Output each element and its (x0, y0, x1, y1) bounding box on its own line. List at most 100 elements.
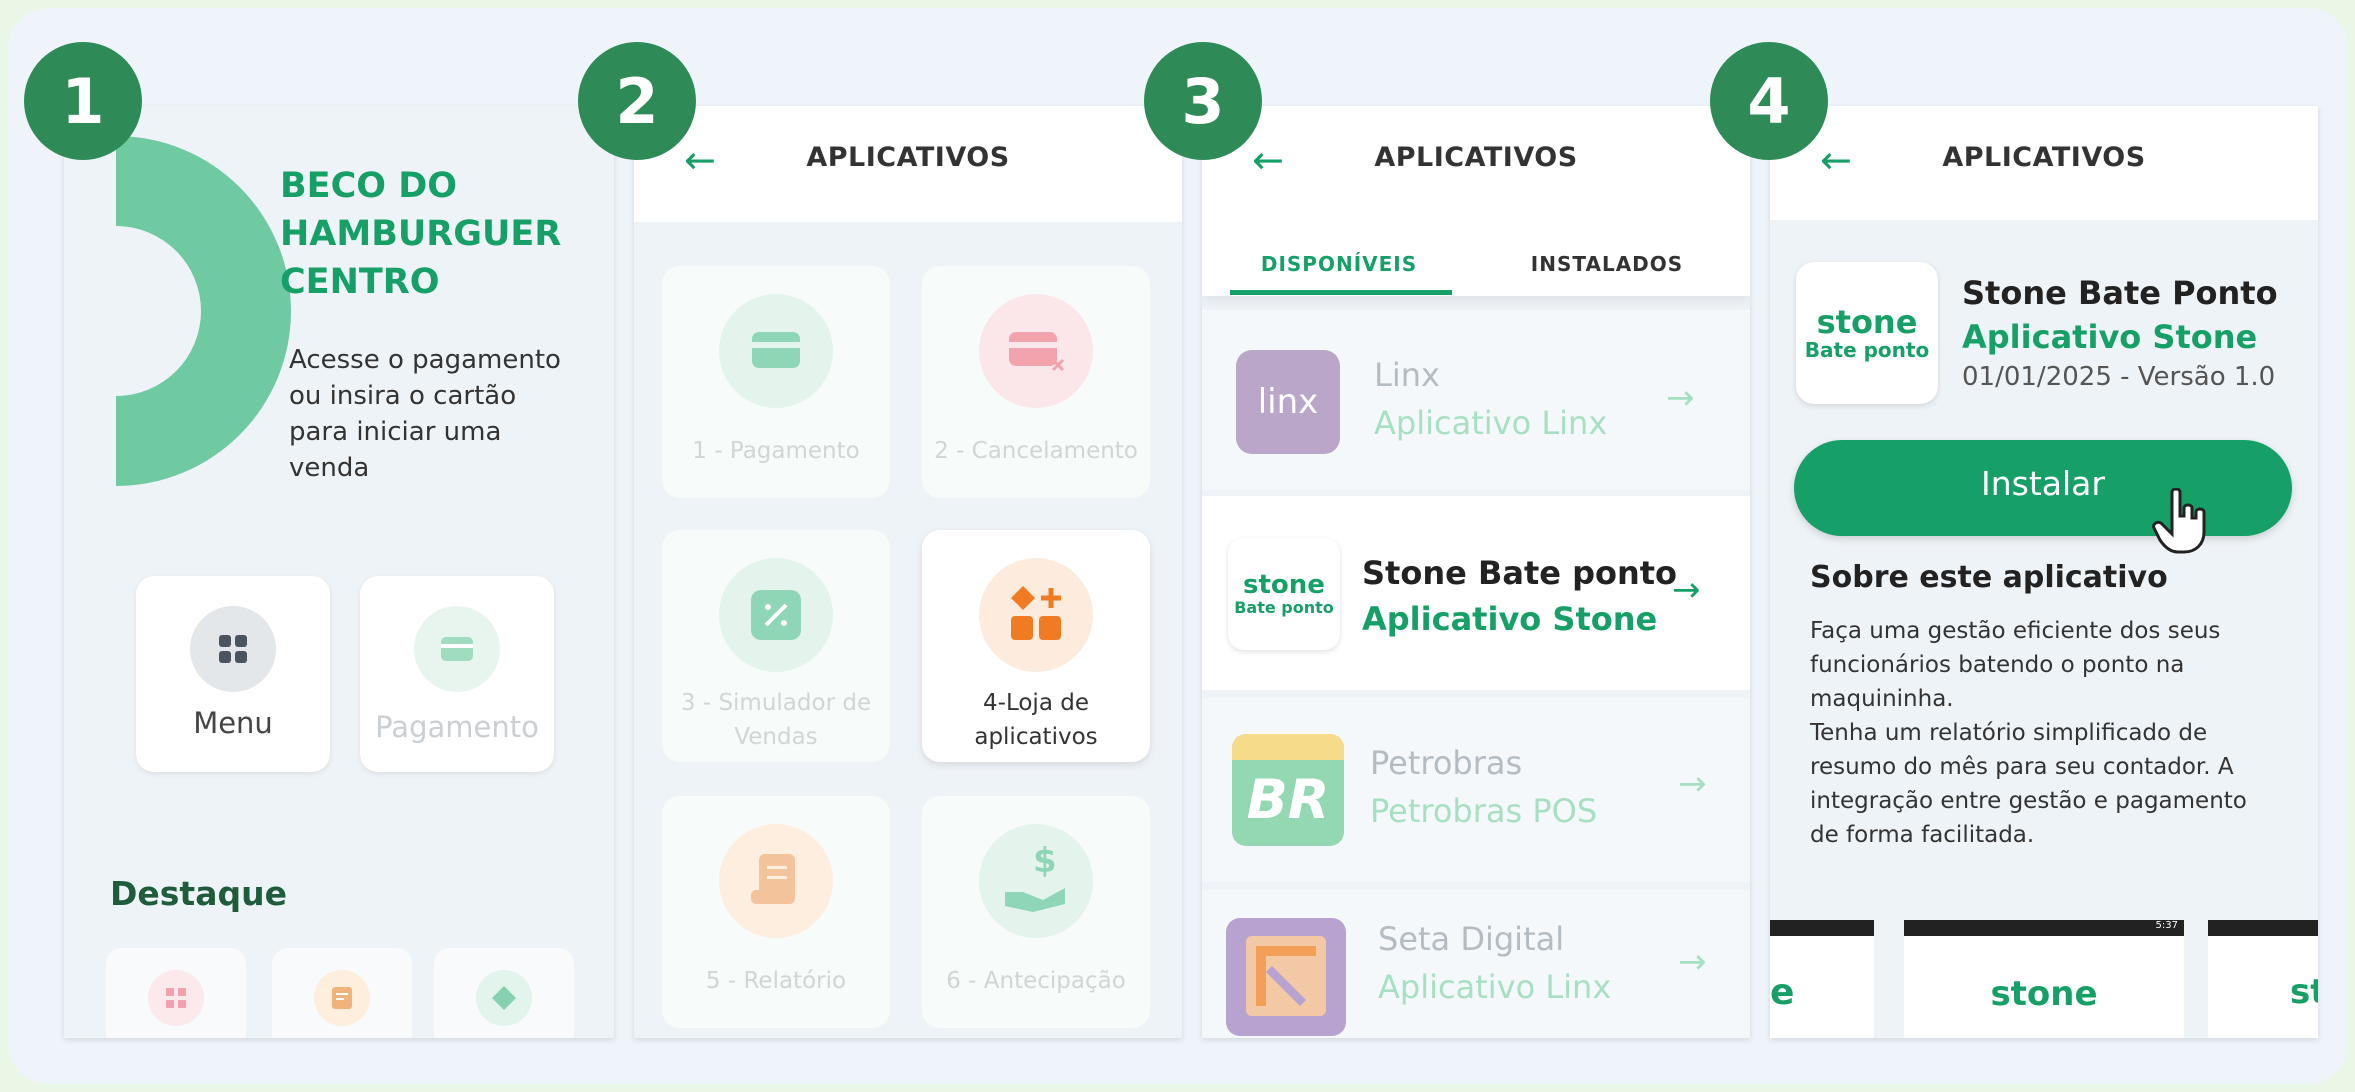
screenshot-3[interactable]: st (2208, 920, 2318, 1038)
featured-icon-circle-3 (476, 970, 532, 1026)
install-button[interactable]: Instalar (1794, 440, 2292, 536)
instructions-line-4: venda (289, 453, 370, 483)
featured-heading: Destaque (110, 874, 287, 913)
screenshot-2[interactable]: 5:37 stone (1904, 920, 2184, 1038)
app-row-seta[interactable]: Seta Digital Aplicativo Linx → (1202, 890, 1750, 1038)
status-bar (1770, 920, 1874, 936)
merchant-name-line-1: BECO DO (280, 166, 458, 206)
app-name: Stone Bate ponto (1362, 554, 1678, 592)
header: ← APLICATIVOS DISPONÍVEIS INSTALADOS (1202, 106, 1750, 296)
app-version: 01/01/2025 - Versão 1.0 (1962, 362, 2276, 392)
screenshot-text: stone (1990, 974, 2098, 1014)
header-title: APLICATIVOS (1374, 142, 1578, 173)
featured-icon-circle-1 (148, 970, 204, 1026)
tile-simulator[interactable]: 3 - Simulador de Vendas (662, 530, 890, 762)
money-hand-icon: $ (1005, 842, 1065, 912)
card-icon (441, 637, 473, 661)
menu-label: Menu (193, 706, 273, 740)
petrobras-logo: BR (1232, 734, 1344, 846)
status-time: 5:37 (2155, 920, 2178, 931)
screen-apps-grid: ← APLICATIVOS 1 - Pagamento 2 - Cancelam… (634, 106, 1182, 1038)
step-badge-4: 4 (1710, 42, 1828, 160)
app-row-linx[interactable]: linx Linx Aplicativo Linx → (1202, 310, 1750, 490)
tile-label-line-2: aplicativos (974, 724, 1098, 750)
merchant-name-line-2: HAMBURGUER (280, 214, 562, 254)
app-row-petrobras[interactable]: BR Petrobras Petrobras POS → (1202, 698, 1750, 882)
featured-card-1[interactable] (106, 948, 246, 1038)
report-icon (332, 987, 352, 1009)
instructions-line-1: Acesse o pagamento (289, 345, 561, 375)
petrobras-logo-text: BR (1246, 768, 1330, 831)
petrobras-logo-band (1232, 734, 1344, 760)
screenshot-text: st (2290, 972, 2318, 1012)
tile-label: 4-Loja de aplicativos (922, 686, 1150, 754)
linx-logo-text: linx (1257, 382, 1319, 422)
about-line-2: funcionários batendo o ponto na (1810, 652, 2185, 678)
arrow-right-icon: → (1678, 942, 1707, 982)
stone-logo-subtext: Bate ponto (1804, 338, 1930, 362)
tile-report[interactable]: 5 - Relatório (662, 796, 890, 1028)
stone-logo: stone Bate ponto (1796, 262, 1938, 404)
tab-available[interactable]: DISPONÍVEIS (1228, 252, 1450, 276)
featured-card-2[interactable] (272, 948, 412, 1038)
step-badge-3: 3 (1144, 42, 1262, 160)
merchant-name-line-3: CENTRO (280, 262, 440, 302)
card-icon (752, 332, 800, 368)
tile-icon-circle (719, 558, 833, 672)
app-developer: Aplicativo Stone (1962, 318, 2258, 356)
arrow-right-icon: → (1672, 570, 1701, 610)
tile-label: 5 - Relatório (705, 968, 847, 994)
payment-label: Pagamento (375, 710, 539, 744)
app-subtitle: Aplicativo Linx (1378, 968, 1612, 1006)
seta-logo-mark (1246, 936, 1326, 1016)
header: ← APLICATIVOS (634, 106, 1182, 222)
merchant-name: BECO DO HAMBURGUER CENTRO (280, 162, 561, 306)
stone-logo-subtext: Bate ponto (1234, 598, 1334, 617)
instructions-line-2: ou insira o cartão (289, 381, 517, 411)
tile-advance[interactable]: $ 6 - Antecipação (922, 796, 1150, 1028)
app-subtitle: Petrobras POS (1370, 792, 1598, 830)
tab-installed[interactable]: INSTALADOS (1492, 252, 1722, 276)
tile-icon-circle (719, 824, 833, 938)
step-badge-2: 2 (578, 42, 696, 160)
screen-home: BECO DO HAMBURGUER CENTRO Acesse o pagam… (64, 106, 614, 1038)
tile-label-line-1: 3 - Simulador de (680, 690, 872, 716)
header-title: APLICATIVOS (1942, 142, 2146, 173)
app-name: Petrobras (1370, 744, 1523, 782)
stone-logo: stone Bate ponto (1228, 538, 1340, 650)
tile-payment[interactable]: 1 - Pagamento (662, 266, 890, 498)
app-row-stone[interactable]: stone Bate ponto Stone Bate ponto Aplica… (1202, 496, 1750, 690)
instructions-line-3: para iniciar uma (289, 417, 502, 447)
report-icon (751, 854, 795, 904)
menu-button[interactable]: Menu (136, 576, 330, 772)
about-text: Faça uma gestão eficiente dos seus funci… (1810, 614, 2247, 852)
tile-label: 6 - Antecipação (946, 968, 1126, 994)
grid-icon (219, 635, 247, 663)
stone-logo-text: stone (1816, 303, 1918, 341)
about-line-7: de forma facilitada. (1810, 822, 2035, 848)
about-heading: Sobre este aplicativo (1810, 560, 2168, 595)
screen-app-detail: ← APLICATIVOS stone Bate ponto Stone Bat… (1770, 106, 2318, 1038)
install-button-label: Instalar (1981, 464, 2105, 503)
screenshot-text: e (1770, 972, 1795, 1013)
tile-cancel[interactable]: 2 - Cancelamento (922, 266, 1150, 498)
app-store-icon (1011, 586, 1061, 640)
tab-indicator (1230, 290, 1452, 295)
about-line-6: integração entre gestão e pagamento (1810, 788, 2247, 814)
about-line-5: resumo do mês para seu contador. A (1810, 754, 2234, 780)
tile-app-store[interactable]: 4-Loja de aplicativos (922, 530, 1150, 762)
screenshot-1[interactable]: e (1770, 920, 1874, 1038)
payment-button[interactable]: Pagamento (360, 576, 554, 772)
step-badge-1: 1 (24, 42, 142, 160)
tile-icon-circle (979, 558, 1093, 672)
grid-icon (166, 988, 186, 1008)
featured-card-3[interactable] (434, 948, 574, 1038)
tile-label: 2 - Cancelamento (934, 438, 1138, 464)
linx-logo: linx (1236, 350, 1340, 454)
percent-icon (751, 590, 801, 640)
header: ← APLICATIVOS (1770, 106, 2318, 220)
payment-icon-circle (414, 606, 500, 692)
screen-app-list: ← APLICATIVOS DISPONÍVEIS INSTALADOS lin… (1202, 106, 1750, 1038)
diamond-icon (492, 986, 516, 1010)
about-line-4: Tenha um relatório simplificado de (1810, 720, 2208, 746)
